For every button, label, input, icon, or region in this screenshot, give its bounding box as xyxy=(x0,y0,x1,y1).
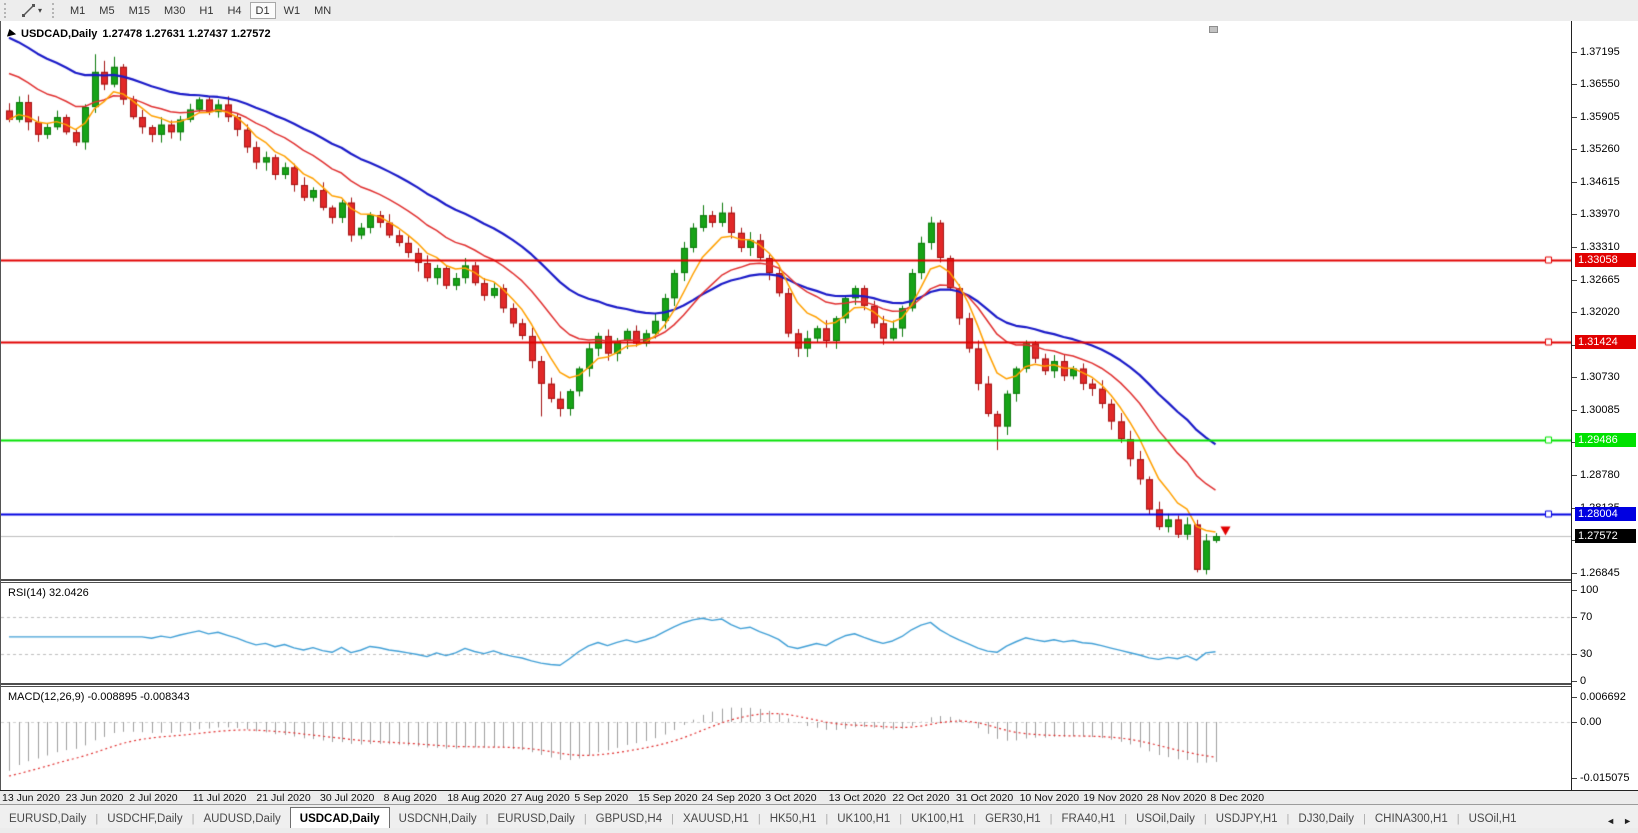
date-label: 8 Aug 2020 xyxy=(384,792,437,804)
timeframe-button-H4[interactable]: H4 xyxy=(221,2,247,19)
date-label: 3 Oct 2020 xyxy=(765,792,816,804)
axis-tick-label: 30 xyxy=(1572,647,1638,661)
date-label: 31 Oct 2020 xyxy=(956,792,1013,804)
timeframe-button-W1[interactable]: W1 xyxy=(278,2,307,19)
axis-tick-label: 1.30730 xyxy=(1572,370,1638,384)
chart-tab-uk100-h1[interactable]: UK100,H1 xyxy=(828,810,899,829)
date-label: 8 Dec 2020 xyxy=(1210,792,1264,804)
chart-tab-usdchf-daily[interactable]: USDCHF,Daily xyxy=(98,810,191,829)
timeframe-button-group: M1M5M15M30H1H4D1W1MN xyxy=(63,2,338,19)
date-label: 22 Oct 2020 xyxy=(892,792,949,804)
axis-tick-label: 70 xyxy=(1572,610,1638,624)
date-label: 24 Sep 2020 xyxy=(702,792,762,804)
timeframe-button-D1[interactable]: D1 xyxy=(250,2,276,19)
chart-tab-eurusd-daily[interactable]: EURUSD,Daily xyxy=(0,810,95,829)
timeframe-button-H1[interactable]: H1 xyxy=(193,2,219,19)
axis-tick-label: 0 xyxy=(1572,674,1638,688)
chart-tab-china300-h1[interactable]: CHINA300,H1 xyxy=(1366,810,1457,829)
axis-tick-label: 0.006692 xyxy=(1572,690,1638,704)
hline-price-label: 1.28004 xyxy=(1575,507,1636,521)
axis-tick-label: 1.32020 xyxy=(1572,305,1638,319)
top-toolbar: ▾ M1M5M15M30H1H4D1W1MN xyxy=(0,0,1638,22)
chart-tab-dj30-daily[interactable]: DJ30,Daily xyxy=(1289,810,1363,829)
tabs-scroll-right-button[interactable]: ► xyxy=(1623,816,1632,826)
date-label: 13 Oct 2020 xyxy=(829,792,886,804)
axis-tick-label: 1.28780 xyxy=(1572,468,1638,482)
chart-symbol-title: USDCAD,Daily xyxy=(21,28,97,40)
chart-tab-ger30-h1[interactable]: GER30,H1 xyxy=(976,810,1050,829)
chart-tab-usdcad-daily[interactable]: USDCAD,Daily xyxy=(290,807,390,830)
hline-price-label: 1.33058 xyxy=(1575,253,1636,267)
trendline-tool-button[interactable]: ▾ xyxy=(15,1,48,20)
chart-tab-usoil-daily[interactable]: USOil,Daily xyxy=(1127,810,1204,829)
axis-tick-label: 0.00 xyxy=(1572,715,1638,729)
axis-tick-label: 1.33970 xyxy=(1572,207,1638,221)
timeframe-button-M30[interactable]: M30 xyxy=(158,2,191,19)
tabs-scroll-left-button[interactable]: ◄ xyxy=(1606,816,1615,826)
timeframe-button-M1[interactable]: M1 xyxy=(64,2,91,19)
chart-tab-usoil-h1[interactable]: USOil,H1 xyxy=(1460,810,1526,829)
date-label: 5 Sep 2020 xyxy=(574,792,628,804)
date-label: 19 Nov 2020 xyxy=(1083,792,1143,804)
chart-tab-fra40-h1[interactable]: FRA40,H1 xyxy=(1053,810,1125,829)
chart-tab-hk50-h1[interactable]: HK50,H1 xyxy=(761,810,826,829)
date-label: 28 Nov 2020 xyxy=(1147,792,1207,804)
mt4-window: ▾ M1M5M15M30H1H4D1W1MN USDCAD,Daily 1.27… xyxy=(0,0,1638,833)
date-label: 27 Aug 2020 xyxy=(511,792,570,804)
toolbar-grip[interactable] xyxy=(4,3,11,18)
axis-tick-label: 1.30085 xyxy=(1572,403,1638,417)
axis-tick-label: -0.015075 xyxy=(1572,771,1638,785)
axis-tick-label: 1.26845 xyxy=(1572,566,1638,580)
hline-price-label: 1.29486 xyxy=(1575,433,1636,447)
chart-tab-gbpusd-h4[interactable]: GBPUSD,H4 xyxy=(587,810,671,829)
window-bottom-strip xyxy=(0,828,1638,833)
toolbar-grip[interactable] xyxy=(52,3,59,18)
chart-tab-uk100-h1[interactable]: UK100,H1 xyxy=(902,810,973,829)
axis-tick-label: 1.36550 xyxy=(1572,77,1638,91)
date-label: 18 Aug 2020 xyxy=(447,792,506,804)
date-label: 15 Sep 2020 xyxy=(638,792,698,804)
axis-tick-label: 1.37195 xyxy=(1572,45,1638,59)
macd-indicator-label: MACD(12,26,9) -0.008895 -0.008343 xyxy=(8,691,190,703)
time-axis[interactable]: 13 Jun 2020 23 Jun 2020 2 Jul 2020 11 Jul 2… xyxy=(0,790,1638,805)
chevron-down-icon: ▾ xyxy=(38,7,42,15)
chart-tab-eurusd-daily[interactable]: EURUSD,Daily xyxy=(488,810,583,829)
trendline-tool-icon xyxy=(21,3,36,18)
axis-tick-label: 1.34615 xyxy=(1572,175,1638,189)
axis-tick-label: 1.35260 xyxy=(1572,142,1638,156)
date-label: 30 Jul 2020 xyxy=(320,792,374,804)
timeframe-button-M5[interactable]: M5 xyxy=(93,2,120,19)
timeframe-button-MN[interactable]: MN xyxy=(308,2,337,19)
price-axis[interactable]: 1.37195 1.36550 1.35905 1.35260 1.34615 1.339… xyxy=(1571,21,1638,790)
date-label: 23 Jun 2020 xyxy=(66,792,124,804)
chart-tab-audusd-daily[interactable]: AUDUSD,Daily xyxy=(194,810,289,829)
chart-title: USDCAD,Daily 1.27478 1.27631 1.27437 1.2… xyxy=(8,28,271,40)
axis-tick-label: 100 xyxy=(1572,583,1638,597)
axis-tick-label: 1.32665 xyxy=(1572,273,1638,287)
axis-tick-label: 1.35905 xyxy=(1572,110,1638,124)
date-label: 2 Jul 2020 xyxy=(129,792,177,804)
timeframe-button-M15[interactable]: M15 xyxy=(123,2,156,19)
chart-ohlc-values: 1.27478 1.27631 1.27437 1.27572 xyxy=(102,28,270,40)
rsi-panel-canvas[interactable] xyxy=(1,583,1571,683)
date-label: 10 Nov 2020 xyxy=(1020,792,1080,804)
chart-tab-usdcnh-daily[interactable]: USDCNH,Daily xyxy=(390,810,486,829)
chart-tab-xauusd-h1[interactable]: XAUUSD,H1 xyxy=(674,810,758,829)
chart-shift-marker-icon[interactable] xyxy=(1209,26,1218,33)
hline-price-label: 1.31424 xyxy=(1575,335,1636,349)
date-label: 13 Jun 2020 xyxy=(2,792,60,804)
date-label: 11 Jul 2020 xyxy=(193,792,247,804)
rsi-indicator-label: RSI(14) 32.0426 xyxy=(8,587,89,599)
macd-panel-canvas[interactable] xyxy=(1,687,1571,790)
mouse-cursor-icon xyxy=(7,29,17,39)
current-price-label: 1.27572 xyxy=(1575,529,1636,543)
chart-tab-usdjpy-h1[interactable]: USDJPY,H1 xyxy=(1207,810,1287,829)
price-chart-canvas[interactable] xyxy=(1,22,1571,579)
chart-tabs-bar: EURUSD,Daily|USDCHF,Daily|AUDUSD,DailyUS… xyxy=(0,804,1638,829)
date-label: 21 Jul 2020 xyxy=(256,792,310,804)
chart-window: USDCAD,Daily 1.27478 1.27631 1.27437 1.2… xyxy=(0,21,1638,790)
